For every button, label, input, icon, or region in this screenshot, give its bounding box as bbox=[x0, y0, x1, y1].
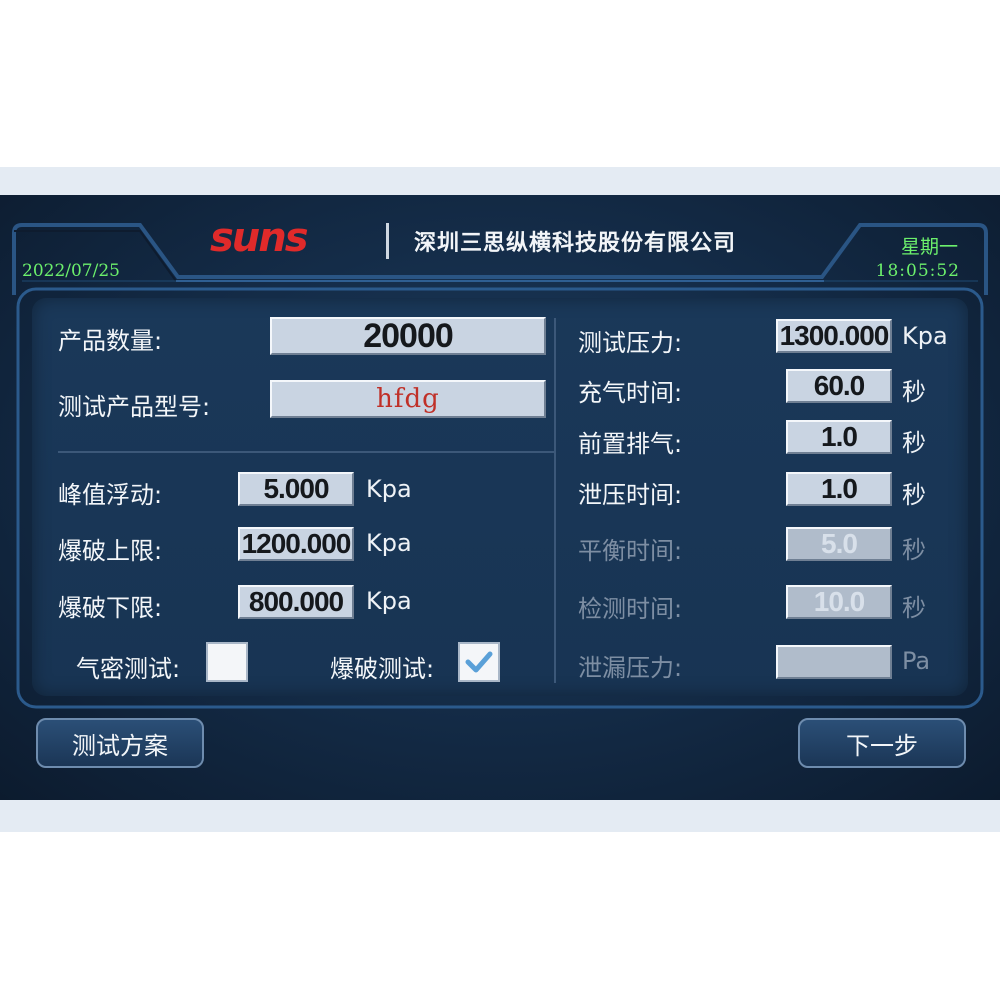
company-name: 深圳三思纵横科技股份有限公司 bbox=[414, 231, 737, 256]
balance-time-field: 5.0 bbox=[786, 527, 892, 561]
time-display: 18:05:52 bbox=[875, 261, 960, 281]
column-divider bbox=[554, 318, 556, 683]
balance-time-unit: 秒 bbox=[902, 536, 926, 564]
burst-upper-field[interactable]: 1200.000 bbox=[238, 527, 354, 561]
airtight-test-checkbox[interactable] bbox=[206, 642, 248, 682]
next-step-button[interactable]: 下一步 bbox=[798, 718, 966, 768]
release-time-unit: 秒 bbox=[902, 481, 926, 509]
detect-time-label: 检测时间: bbox=[578, 595, 683, 623]
leak-pressure-unit: Pa bbox=[902, 647, 931, 675]
pre-exhaust-unit: 秒 bbox=[902, 429, 926, 457]
leak-pressure-label: 泄漏压力: bbox=[578, 654, 683, 682]
section-divider bbox=[58, 451, 556, 453]
test-pressure-unit: Kpa bbox=[902, 322, 948, 350]
burst-test-checkbox[interactable] bbox=[458, 642, 500, 682]
detect-time-field: 10.0 bbox=[786, 585, 892, 619]
detect-time-unit: 秒 bbox=[902, 594, 926, 622]
release-time-field[interactable]: 1.0 bbox=[786, 472, 892, 506]
hmi-screen: suns 深圳三思纵横科技股份有限公司 2022/07/25 星期一 18:05… bbox=[0, 195, 1000, 800]
test-pressure-label: 测试压力: bbox=[578, 329, 683, 357]
weekday-display: 星期一 bbox=[900, 236, 958, 258]
test-pressure-field[interactable]: 1300.000 bbox=[776, 319, 892, 353]
peak-float-field[interactable]: 5.000 bbox=[238, 472, 354, 506]
checkmark-icon bbox=[465, 651, 493, 673]
leak-pressure-field bbox=[776, 645, 892, 679]
burst-lower-field[interactable]: 800.000 bbox=[238, 585, 354, 619]
test-plan-button[interactable]: 测试方案 bbox=[36, 718, 204, 768]
peak-float-label: 峰值浮动: bbox=[58, 481, 163, 509]
burst-upper-label: 爆破上限: bbox=[58, 537, 163, 565]
fill-time-field[interactable]: 60.0 bbox=[786, 369, 892, 403]
fill-time-unit: 秒 bbox=[902, 378, 926, 406]
pre-exhaust-label: 前置排气: bbox=[578, 430, 683, 458]
product-qty-field[interactable]: 20000 bbox=[270, 317, 546, 355]
bottom-band bbox=[0, 800, 1000, 832]
date-display: 2022/07/25 bbox=[22, 261, 120, 281]
product-qty-label: 产品数量: bbox=[58, 327, 163, 355]
suns-logo: suns bbox=[210, 217, 310, 261]
top-band bbox=[0, 167, 1000, 195]
burst-lower-label: 爆破下限: bbox=[58, 594, 163, 622]
fill-time-label: 充气时间: bbox=[578, 379, 683, 407]
burst-lower-unit: Kpa bbox=[366, 587, 412, 615]
product-model-label: 测试产品型号: bbox=[58, 393, 211, 421]
svg-text:suns: suns bbox=[210, 217, 308, 261]
burst-upper-unit: Kpa bbox=[366, 529, 412, 557]
release-time-label: 泄压时间: bbox=[578, 481, 683, 509]
peak-float-unit: Kpa bbox=[366, 475, 412, 503]
airtight-test-label: 气密测试: bbox=[76, 655, 181, 683]
product-model-field[interactable]: hfdg bbox=[270, 380, 546, 418]
logo-separator bbox=[386, 223, 389, 259]
balance-time-label: 平衡时间: bbox=[578, 537, 683, 565]
burst-test-label: 爆破测试: bbox=[330, 655, 435, 683]
pre-exhaust-field[interactable]: 1.0 bbox=[786, 420, 892, 454]
